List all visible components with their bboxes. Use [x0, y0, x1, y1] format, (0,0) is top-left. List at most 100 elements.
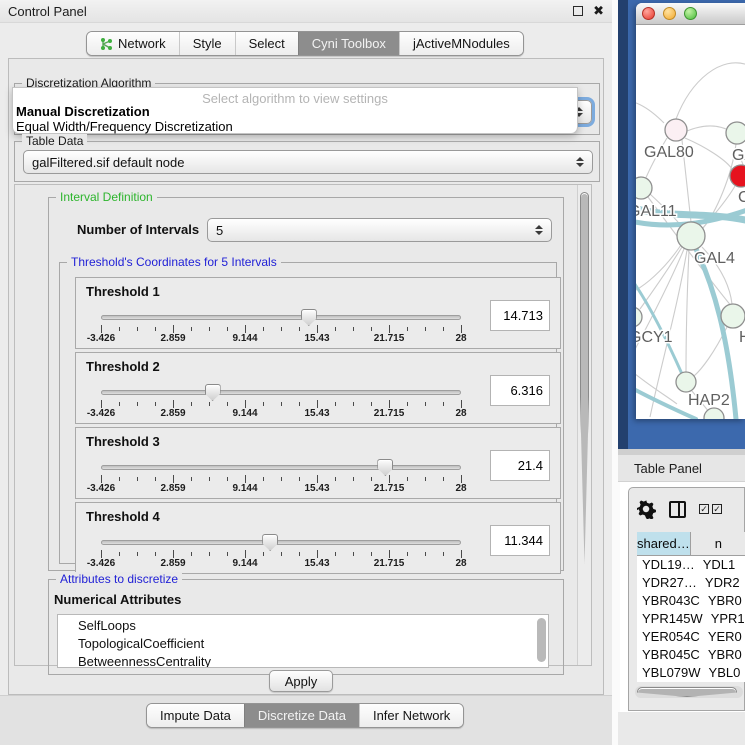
attributes-group-title: Attributes to discretize — [56, 572, 182, 586]
number-of-intervals-combo[interactable]: 5 — [207, 218, 552, 242]
threshold-value-field[interactable]: 14.713 — [490, 300, 550, 331]
network-node-gcy1[interactable] — [636, 307, 642, 327]
popup-option-equal-width[interactable]: Equal Width/Frequency Discretization — [13, 119, 577, 134]
node-label: HAP2 — [688, 392, 730, 409]
axis-labels: -3.4262.8599.14415.4321.71528 — [101, 408, 461, 420]
slider-thumb[interactable] — [262, 534, 278, 551]
cell-shared-name: YBR045C — [637, 646, 700, 664]
tab-style[interactable]: Style — [179, 32, 235, 55]
table-row[interactable]: YDL19…YDL1 — [637, 556, 745, 574]
tick-mark — [425, 402, 426, 406]
combo-arrows-icon — [576, 157, 584, 167]
list-scrollbar-thumb[interactable] — [537, 618, 546, 662]
tick-mark — [407, 327, 408, 331]
column-header-name[interactable]: n — [691, 532, 745, 555]
vertical-scrollbar[interactable] — [577, 185, 591, 665]
slider-track[interactable] — [101, 315, 461, 320]
tab-label: Select — [249, 36, 285, 51]
slider-track[interactable] — [101, 390, 461, 395]
tick-mark — [137, 402, 138, 406]
threshold-slider[interactable] — [101, 308, 461, 326]
tick-mark — [155, 327, 156, 331]
slider-thumb[interactable] — [205, 384, 221, 401]
column-header-shared-name[interactable]: shared… — [637, 532, 691, 555]
tab-cyni-toolbox[interactable]: Cyni Toolbox — [298, 32, 399, 55]
table-data-combo[interactable]: galFiltered.sif default node — [23, 150, 593, 174]
table-row[interactable]: YER054CYER0 — [637, 628, 745, 646]
tick-mark — [389, 325, 390, 333]
network-canvas[interactable]: GAL80GACGAL11GAL4GCY1HHAP2 — [636, 25, 745, 419]
window-minimize-icon[interactable] — [663, 7, 676, 20]
horizontal-scrollbar[interactable] — [635, 686, 743, 698]
tick-mark — [173, 325, 174, 333]
tick-mark — [461, 400, 462, 408]
apply-button[interactable]: Apply — [269, 670, 333, 692]
gear-icon[interactable] — [637, 500, 656, 519]
tab-infer-network[interactable]: Infer Network — [359, 704, 463, 727]
split-columns-icon[interactable] — [669, 501, 686, 518]
window-close-icon[interactable] — [642, 7, 655, 20]
attribute-item-betweennesscentrality[interactable]: BetweennessCentrality — [78, 653, 548, 668]
tab-select[interactable]: Select — [235, 32, 298, 55]
node-label: H — [739, 329, 745, 346]
slider-thumb[interactable] — [301, 309, 317, 326]
axis-label: 9.144 — [232, 333, 257, 344]
tick-mark — [101, 325, 102, 333]
tab-network[interactable]: Network — [87, 32, 179, 55]
numerical-attributes-label: Numerical Attributes — [54, 592, 181, 607]
network-node-h[interactable] — [721, 304, 745, 328]
table-row[interactable]: YBR045CYBR0 — [637, 646, 745, 664]
tick-mark — [263, 402, 264, 406]
tick-mark — [209, 477, 210, 481]
vertical-scrollbar-thumb[interactable] — [580, 192, 589, 564]
tab-discretize-data[interactable]: Discretize Data — [244, 704, 359, 727]
table-row[interactable]: YBL079WYBL0 — [637, 664, 745, 682]
tick-mark — [353, 477, 354, 481]
tick-mark — [425, 552, 426, 556]
checkbox-checked-icon[interactable]: ✓ — [699, 504, 709, 514]
slider-track[interactable] — [101, 540, 461, 545]
network-node-gal4[interactable] — [677, 222, 705, 250]
network-node-ga[interactable] — [726, 122, 745, 144]
network-node-c[interactable] — [730, 165, 745, 187]
table-row[interactable]: YBR043CYBR0 — [637, 592, 745, 610]
axis-label: 2.859 — [160, 333, 185, 344]
slider-thumb[interactable] — [377, 459, 393, 476]
cell-name: YBR0 — [700, 646, 745, 664]
network-node-gal11[interactable] — [636, 177, 652, 199]
tick-mark — [227, 402, 228, 406]
threshold-slider[interactable] — [101, 533, 461, 551]
network-node-hap2[interactable] — [676, 372, 696, 392]
attribute-item-selfloops[interactable]: SelfLoops — [78, 617, 548, 635]
threshold-value-field[interactable]: 6.316 — [490, 375, 550, 406]
float-window-icon[interactable] — [573, 6, 583, 16]
network-icon — [100, 37, 113, 51]
tick-mark — [317, 400, 318, 408]
network-node-gal80[interactable] — [665, 119, 687, 141]
tab-jactivemnodules[interactable]: jActiveMNodules — [399, 32, 523, 55]
tick-mark — [371, 477, 372, 481]
attribute-item-topologicalcoefficient[interactable]: TopologicalCoefficient — [78, 635, 548, 653]
slider-track[interactable] — [101, 465, 461, 470]
network-window[interactable]: GAL80GACGAL11GAL4GCY1HHAP2 — [636, 3, 745, 419]
horizontal-scrollbar-thumb[interactable] — [637, 687, 737, 697]
window-zoom-icon[interactable] — [684, 7, 697, 20]
threshold-slider[interactable] — [101, 458, 461, 476]
tab-impute-data[interactable]: Impute Data — [147, 704, 244, 727]
axis-label: 2.859 — [160, 408, 185, 419]
cell-shared-name: YBR043C — [637, 592, 700, 610]
numerical-attributes-list[interactable]: SelfLoopsTopologicalCoefficientBetweenne… — [57, 614, 549, 668]
close-icon[interactable]: ✖ — [593, 6, 604, 16]
attributes-group: Attributes to discretize Numerical Attri… — [48, 579, 564, 675]
threshold-value-field[interactable]: 21.4 — [490, 450, 550, 481]
threshold-slider[interactable] — [101, 383, 461, 401]
tick-mark — [155, 402, 156, 406]
checkbox-checked-icon[interactable]: ✓ — [712, 504, 722, 514]
table-row[interactable]: YDR27…YDR2 — [637, 574, 745, 592]
node-label: GAL4 — [694, 250, 735, 267]
table-row[interactable]: YPR145WYPR1 — [637, 610, 745, 628]
threshold-value-field[interactable]: 11.344 — [490, 525, 550, 556]
popup-option-manual[interactable]: Manual Discretization — [13, 104, 577, 119]
tick-mark — [173, 400, 174, 408]
tick-mark — [353, 402, 354, 406]
